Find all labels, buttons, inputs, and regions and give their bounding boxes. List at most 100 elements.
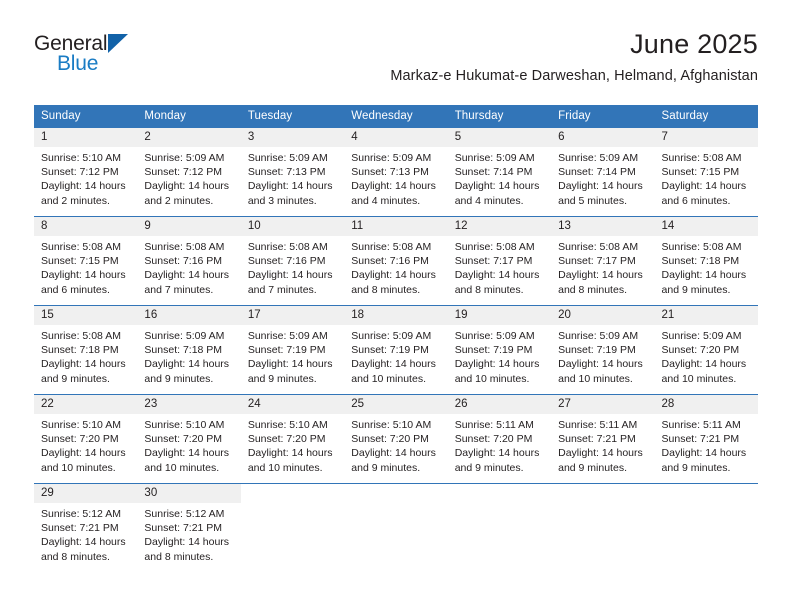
sunset-text: Sunset: 7:21 PM (41, 522, 119, 535)
daylight-text-line1: Daylight: 14 hours (454, 180, 540, 193)
daylight-text-line1: Daylight: 14 hours (661, 447, 747, 460)
sunrise-text: Sunrise: 5:10 AM (247, 419, 328, 431)
day-details: Sunrise: 5:08 AM Sunset: 7:18 PM Daylight:… (655, 236, 758, 297)
calendar-day-cell[interactable]: 18 Sunrise: 5:09 AM Sunset: 7:19 PM Dayligh… (344, 305, 448, 395)
day-details: Sunrise: 5:09 AM Sunset: 7:19 PM Daylight:… (344, 325, 447, 386)
calendar-day-cell[interactable]: 16 Sunrise: 5:09 AM Sunset: 7:18 PM Dayligh… (137, 305, 241, 395)
sunset-text: Sunset: 7:16 PM (247, 255, 326, 268)
calendar-day-cell[interactable]: 11 Sunrise: 5:08 AM Sunset: 7:16 PM Dayligh… (344, 216, 448, 306)
daylight-text-line2: and 4 minutes. (454, 194, 524, 207)
daylight-text-line2: and 10 minutes. (41, 461, 116, 474)
sunrise-text: Sunrise: 5:09 AM (558, 152, 639, 164)
day-details: Sunrise: 5:09 AM Sunset: 7:18 PM Daylight:… (137, 325, 240, 386)
page-header: General Blue June 2025 Markaz-e Hukumat-… (0, 0, 792, 84)
calendar-day-cell[interactable]: 3 Sunrise: 5:09 AM Sunset: 7:13 PM Daylight… (240, 127, 345, 217)
day-number: 22 (34, 395, 138, 414)
day-number: 16 (137, 306, 241, 325)
calendar-day-cell-empty (447, 483, 552, 572)
sunrise-text: Sunrise: 5:09 AM (661, 330, 742, 342)
calendar-day-cell[interactable]: 17 Sunrise: 5:09 AM Sunset: 7:19 PM Dayligh… (240, 305, 345, 395)
sunrise-text: Sunrise: 5:09 AM (144, 152, 225, 164)
calendar-day-cell[interactable]: 30 Sunrise: 5:12 AM Sunset: 7:21 PM Dayligh… (137, 483, 241, 572)
calendar-day-cell[interactable]: 7 Sunrise: 5:08 AM Sunset: 7:15 PM Daylight… (654, 127, 758, 217)
daylight-text-line1: Daylight: 14 hours (351, 358, 436, 371)
sunset-text: Sunset: 7:19 PM (247, 344, 326, 357)
sunset-text: Sunset: 7:20 PM (41, 433, 119, 446)
day-details: Sunrise: 5:09 AM Sunset: 7:13 PM Daylight:… (241, 147, 344, 208)
day-details: Sunrise: 5:10 AM Sunset: 7:20 PM Daylight:… (344, 414, 447, 475)
generalblue-logo[interactable]: General Blue (34, 32, 174, 80)
sunset-text: Sunset: 7:17 PM (558, 255, 636, 268)
calendar-day-cell[interactable]: 12 Sunrise: 5:08 AM Sunset: 7:17 PM Dayligh… (447, 216, 552, 306)
calendar-week-row: 22 Sunrise: 5:10 AM Sunset: 7:20 PM Dayligh… (34, 394, 758, 484)
day-number: 3 (240, 128, 345, 147)
daylight-text-line1: Daylight: 14 hours (558, 269, 643, 282)
calendar-day-cell[interactable]: 6 Sunrise: 5:09 AM Sunset: 7:14 PM Daylight… (551, 127, 655, 217)
sunrise-text: Sunrise: 5:09 AM (351, 152, 432, 164)
day-number: 29 (34, 484, 138, 503)
daylight-text-line1: Daylight: 14 hours (41, 358, 126, 371)
daylight-text-line2: and 9 minutes. (247, 372, 317, 385)
calendar-day-cell[interactable]: 13 Sunrise: 5:08 AM Sunset: 7:17 PM Dayligh… (551, 216, 655, 306)
weekday-header-saturday: Saturday (654, 105, 758, 128)
day-number (447, 484, 552, 503)
day-details: Sunrise: 5:09 AM Sunset: 7:12 PM Daylight:… (137, 147, 240, 208)
daylight-text-line2: and 10 minutes. (661, 372, 737, 385)
day-number: 4 (344, 128, 448, 147)
sunrise-text: Sunrise: 5:09 AM (144, 330, 225, 342)
calendar-day-cell[interactable]: 28 Sunrise: 5:11 AM Sunset: 7:21 PM Dayligh… (654, 394, 758, 484)
calendar-day-cell[interactable]: 29 Sunrise: 5:12 AM Sunset: 7:21 PM Dayligh… (34, 483, 138, 572)
calendar-day-cell[interactable]: 8 Sunrise: 5:08 AM Sunset: 7:15 PM Daylight… (34, 216, 138, 306)
daylight-text-line1: Daylight: 14 hours (247, 447, 333, 460)
calendar-day-cell[interactable]: 22 Sunrise: 5:10 AM Sunset: 7:20 PM Dayligh… (34, 394, 138, 484)
sunset-text: Sunset: 7:21 PM (558, 433, 636, 446)
day-number (551, 484, 655, 503)
calendar-day-cell[interactable]: 21 Sunrise: 5:09 AM Sunset: 7:20 PM Dayligh… (654, 305, 758, 395)
day-details: Sunrise: 5:09 AM Sunset: 7:19 PM Daylight:… (241, 325, 344, 386)
day-number: 7 (654, 128, 758, 147)
day-details: Sunrise: 5:08 AM Sunset: 7:16 PM Daylight:… (344, 236, 447, 297)
daylight-text-line1: Daylight: 14 hours (558, 447, 643, 460)
sunrise-text: Sunrise: 5:10 AM (41, 419, 121, 431)
calendar-day-cell[interactable]: 27 Sunrise: 5:11 AM Sunset: 7:21 PM Dayligh… (551, 394, 655, 484)
sunrise-text: Sunrise: 5:09 AM (454, 330, 535, 342)
daylight-text-line2: and 10 minutes. (247, 461, 323, 474)
daylight-text-line1: Daylight: 14 hours (144, 180, 230, 193)
daylight-text-line2: and 9 minutes. (351, 461, 421, 474)
sunset-text: Sunset: 7:13 PM (351, 166, 429, 179)
sunrise-text: Sunrise: 5:09 AM (247, 330, 328, 342)
daylight-text-line2: and 9 minutes. (144, 372, 214, 385)
calendar-day-cell[interactable]: 2 Sunrise: 5:09 AM Sunset: 7:12 PM Daylight… (137, 127, 241, 217)
weekday-header-friday: Friday (551, 105, 655, 128)
daylight-text-line2: and 2 minutes. (41, 194, 110, 207)
calendar-day-cell[interactable]: 10 Sunrise: 5:08 AM Sunset: 7:16 PM Dayligh… (240, 216, 345, 306)
day-details: Sunrise: 5:10 AM Sunset: 7:20 PM Daylight:… (241, 414, 344, 475)
calendar-day-cell[interactable]: 4 Sunrise: 5:09 AM Sunset: 7:13 PM Daylight… (344, 127, 448, 217)
sunrise-text: Sunrise: 5:08 AM (247, 241, 328, 253)
day-number: 26 (447, 395, 552, 414)
daylight-text-line1: Daylight: 14 hours (661, 358, 747, 371)
daylight-text-line2: and 9 minutes. (558, 461, 627, 474)
calendar-day-cell[interactable]: 25 Sunrise: 5:10 AM Sunset: 7:20 PM Dayligh… (344, 394, 448, 484)
calendar-day-cell[interactable]: 19 Sunrise: 5:09 AM Sunset: 7:19 PM Dayligh… (447, 305, 552, 395)
daylight-text-line1: Daylight: 14 hours (144, 536, 230, 549)
sunrise-text: Sunrise: 5:12 AM (41, 508, 121, 520)
daylight-text-line2: and 7 minutes. (144, 283, 214, 296)
calendar-day-cell[interactable]: 9 Sunrise: 5:08 AM Sunset: 7:16 PM Daylight… (137, 216, 241, 306)
triangle-flag-icon (108, 34, 128, 53)
calendar-day-cell[interactable]: 20 Sunrise: 5:09 AM Sunset: 7:19 PM Dayligh… (551, 305, 655, 395)
calendar-day-cell[interactable]: 26 Sunrise: 5:11 AM Sunset: 7:20 PM Dayligh… (447, 394, 552, 484)
daylight-text-line1: Daylight: 14 hours (247, 180, 333, 193)
calendar-day-cell[interactable]: 5 Sunrise: 5:09 AM Sunset: 7:14 PM Daylight… (447, 127, 552, 217)
sunset-text: Sunset: 7:19 PM (558, 344, 636, 357)
day-number: 8 (34, 217, 138, 236)
calendar-day-cell-empty (344, 483, 448, 572)
calendar-day-cell[interactable]: 1 Sunrise: 5:10 AM Sunset: 7:12 PM Daylight… (34, 127, 138, 217)
calendar-day-cell[interactable]: 14 Sunrise: 5:08 AM Sunset: 7:18 PM Dayligh… (654, 216, 758, 306)
calendar-day-cell[interactable]: 24 Sunrise: 5:10 AM Sunset: 7:20 PM Dayligh… (240, 394, 345, 484)
calendar-day-cell[interactable]: 15 Sunrise: 5:08 AM Sunset: 7:18 PM Dayligh… (34, 305, 138, 395)
daylight-text-line1: Daylight: 14 hours (41, 536, 126, 549)
day-number (344, 484, 448, 503)
sunrise-text: Sunrise: 5:08 AM (41, 330, 121, 342)
calendar-day-cell[interactable]: 23 Sunrise: 5:10 AM Sunset: 7:20 PM Dayligh… (137, 394, 241, 484)
